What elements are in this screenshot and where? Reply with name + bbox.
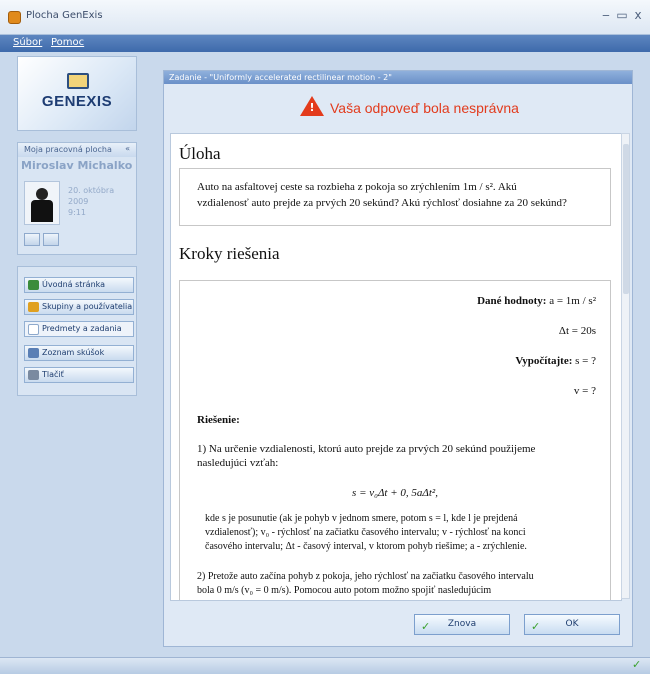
maximize-button[interactable]: ▭ [614, 8, 630, 22]
user-name: Miroslav Michalko [21, 159, 133, 172]
check-icon: ✓ [421, 620, 431, 633]
retry-button[interactable]: ✓ Znova [414, 614, 510, 635]
nav-item-print[interactable]: Tlačiť [24, 367, 134, 383]
step2-line2: bola 0 m/s (v₀ = 0 m/s). Pomocou auto po… [197, 585, 492, 596]
nav-item-groups-users[interactable]: Skupiny a používatelia [24, 299, 134, 315]
steps-heading: Kroky riešenia [179, 244, 280, 263]
menu-file[interactable]: Súbor [13, 37, 42, 48]
explanation-line2: vzdialenosť); v₀ - rýchlosť na začiatku … [205, 527, 526, 538]
window-title: Plocha GenExis [26, 10, 103, 21]
login-time: 9:11 [68, 208, 86, 217]
formula: s = v₀Δt + 0, 5aΔt², [352, 487, 438, 499]
document-icon [28, 324, 39, 335]
minimize-button[interactable]: ‒ [598, 8, 614, 22]
user-settings-icon[interactable] [24, 233, 40, 246]
content-scrollbar[interactable] [621, 133, 630, 599]
compute-values: Vypočítajte: s = ? [515, 355, 596, 367]
user-panel-title: Moja pracovná plocha [24, 145, 112, 154]
solution-label: Riešenie: [197, 414, 240, 426]
task-text-line1: Auto na asfaltovej ceste sa rozbieha z p… [197, 181, 517, 193]
app-icon [8, 11, 21, 24]
steps-box: Dané hodnoty: a = 1m / s² Δt = 20s Vypoč… [179, 280, 611, 600]
book-icon [67, 73, 89, 89]
login-datetime: 20. októbra 2009 9:11 [68, 185, 136, 218]
status-bar: ✓ [0, 657, 650, 674]
task-box: Auto na asfaltovej ceste sa rozbieha z p… [179, 168, 611, 226]
home-icon [28, 280, 39, 290]
printer-icon [28, 370, 39, 380]
window-titlebar: Plocha GenExis ‒ ▭ x [0, 0, 650, 35]
nav-item-home[interactable]: Úvodná stránka [24, 277, 134, 293]
step1-line1: 1) Na určenie vzdialenosti, ktorú auto p… [197, 443, 536, 455]
user-panel-header: Moja pracovná plocha « [18, 143, 136, 157]
check-icon: ✓ [531, 620, 541, 633]
step1-line2: nasledujúci vzťah: [197, 457, 279, 469]
avatar [24, 181, 60, 225]
user-panel: Moja pracovná plocha « Miroslav Michalko… [17, 142, 137, 255]
login-date: 20. októbra 2009 [68, 186, 115, 206]
explanation-line3: časového intervalu; Δt - časový interval… [205, 541, 527, 552]
menu-help[interactable]: Pomoc [51, 37, 84, 48]
menu-bar: Súbor Pomoc [0, 35, 650, 52]
nav-item-subjects[interactable]: Predmety a zadania [24, 321, 134, 337]
close-button[interactable]: x [630, 8, 646, 22]
time-interval: Δt = 20s [558, 325, 596, 337]
task-content[interactable]: Úloha Auto na asfaltovej ceste sa rozbie… [170, 133, 622, 601]
users-icon [28, 302, 39, 312]
task-heading: Úloha [179, 144, 221, 163]
scrollbar-thumb[interactable] [623, 144, 629, 294]
navigation-panel: Úvodná stránka Skupiny a používatelia Pr… [17, 266, 137, 396]
dialog-title: Zadanie - "Uniformly accelerated rectili… [164, 71, 632, 84]
task-dialog: Zadanie - "Uniformly accelerated rectili… [163, 70, 633, 647]
genexis-logo: GENEXIS [17, 56, 137, 131]
exam-list-icon [28, 348, 39, 358]
logout-icon[interactable] [43, 233, 59, 246]
nav-item-exams[interactable]: Zoznam skúšok [24, 345, 134, 361]
task-text-line2: vzdialenosť auto prejde za prvých 20 sek… [197, 197, 567, 209]
step2-line1: 2) Pretože auto začína pohyb z pokoja, j… [197, 571, 534, 582]
collapse-icon[interactable]: « [125, 144, 130, 153]
velocity-unknown: v = ? [573, 385, 596, 397]
alert-message: Vaša odpoveď bola nesprávna [330, 100, 519, 116]
status-check-icon: ✓ [632, 658, 642, 671]
given-values: Dané hodnoty: a = 1m / s² [477, 295, 596, 307]
logo-text: GENEXIS [41, 93, 113, 110]
explanation-line1: kde s je posunutie (ak je pohyb v jednom… [205, 513, 518, 524]
ok-button[interactable]: ✓ OK [524, 614, 620, 635]
